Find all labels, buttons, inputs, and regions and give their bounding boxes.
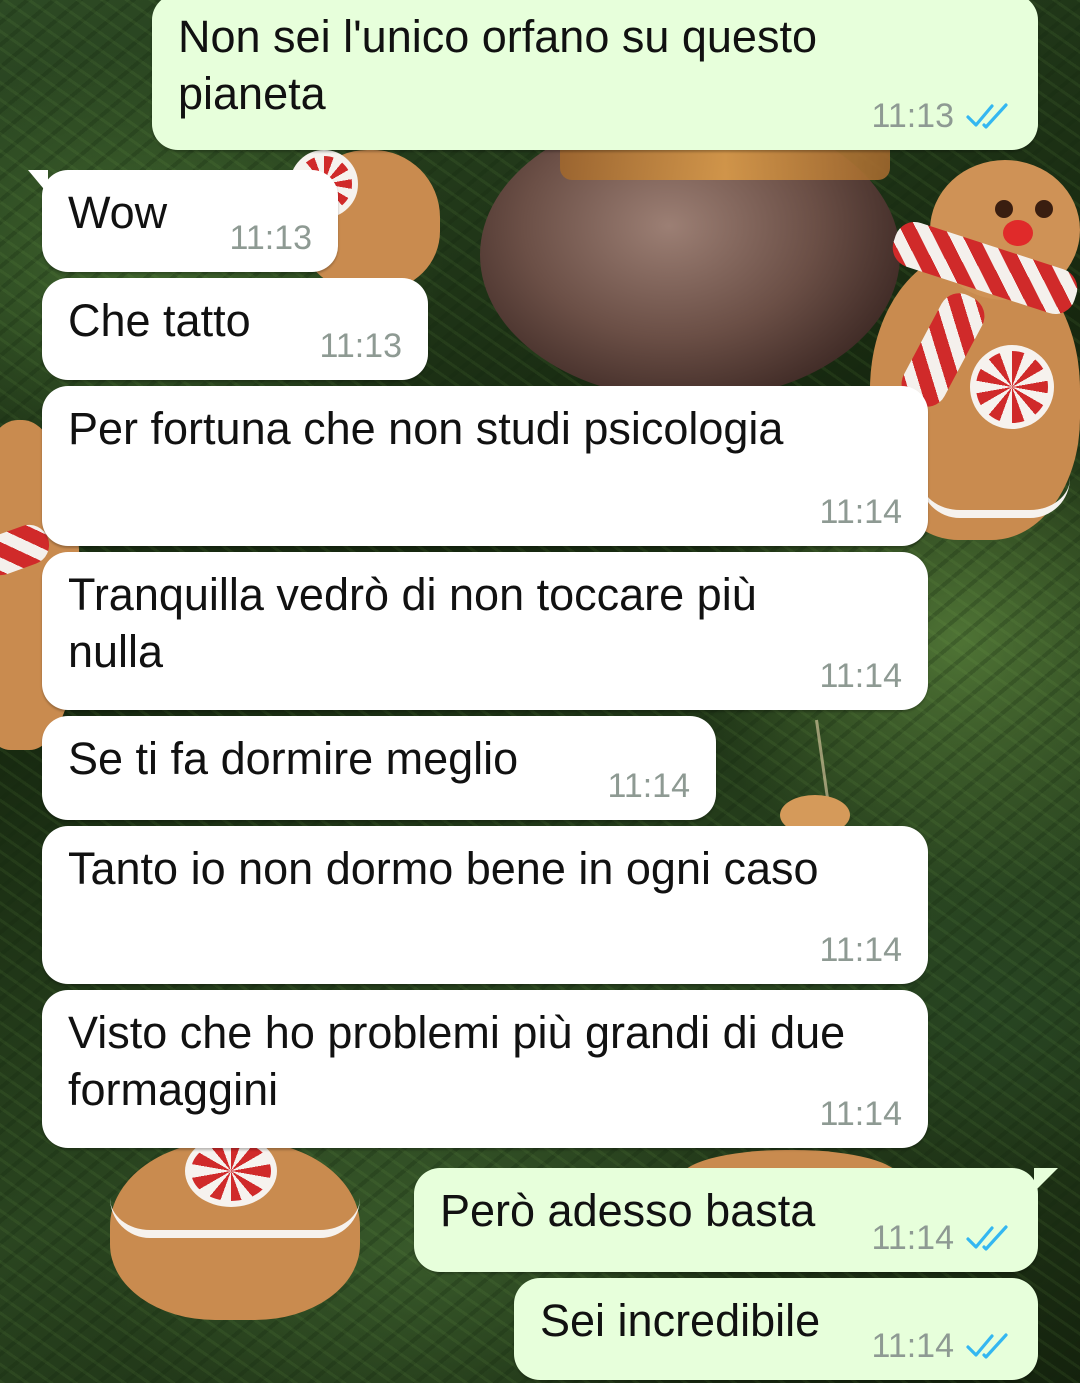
message-time: 11:14 (819, 657, 902, 695)
message-meta: 11:14 (871, 1218, 1012, 1258)
message-bubble-incoming[interactable]: Visto che ho problemi più grandi di due … (42, 990, 928, 1148)
message-meta: 11:14 (819, 492, 902, 532)
message-meta: 11:14 (819, 656, 902, 696)
message-time: 11:14 (607, 767, 690, 805)
message-bubble-outgoing[interactable]: Non sei l'unico orfano su questo pianeta… (152, 0, 1038, 150)
message-meta: 11:14 (607, 766, 690, 806)
message-bubble-incoming[interactable]: Tranquilla vedrò di non toccare più null… (42, 552, 928, 710)
double-check-icon (966, 1225, 1008, 1251)
message-time: 11:14 (871, 1219, 954, 1257)
message-bubble-incoming[interactable]: Wow 11:13 (28, 170, 338, 272)
double-check-icon (966, 103, 1008, 129)
double-check-icon (966, 1333, 1008, 1359)
message-time: 11:13 (319, 327, 402, 365)
message-text: Tanto io non dormo bene in ogni caso (68, 843, 819, 894)
message-time: 11:14 (871, 1327, 954, 1365)
message-bubble-outgoing[interactable]: Però adesso basta 11:14 (414, 1168, 1058, 1272)
message-bubble-incoming[interactable]: Tanto io non dormo bene in ogni caso 11:… (42, 826, 928, 984)
message-text: Tranquilla vedrò di non toccare più null… (68, 569, 757, 677)
message-time: 11:13 (871, 97, 954, 135)
message-meta: 11:14 (819, 1094, 902, 1134)
message-bubble-incoming[interactable]: Che tatto 11:13 (42, 278, 428, 380)
message-text: Per fortuna che non studi psicologia (68, 403, 784, 454)
message-bubble-incoming[interactable]: Se ti fa dormire meglio 11:14 (42, 716, 716, 820)
message-time: 11:13 (229, 219, 312, 257)
message-time: 11:14 (819, 493, 902, 531)
message-meta: 11:13 (871, 96, 1012, 136)
message-time: 11:14 (819, 1095, 902, 1133)
message-text: Visto che ho problemi più grandi di due … (68, 1007, 846, 1115)
message-meta: 11:13 (319, 326, 402, 366)
message-time: 11:14 (819, 931, 902, 969)
message-bubble-incoming[interactable]: Per fortuna che non studi psicologia 11:… (42, 386, 928, 546)
message-meta: 11:13 (229, 218, 312, 258)
chat-messages[interactable]: Non sei l'unico orfano su questo pianeta… (0, 0, 1080, 1383)
bubble-tail (1034, 1168, 1058, 1192)
message-meta: 11:14 (819, 930, 902, 970)
message-text: Se ti fa dormire meglio (68, 733, 519, 784)
message-bubble-outgoing[interactable]: Sei incredibile 11:14 (514, 1278, 1038, 1380)
message-meta: 11:14 (871, 1326, 1012, 1366)
bubble-tail (28, 170, 48, 194)
